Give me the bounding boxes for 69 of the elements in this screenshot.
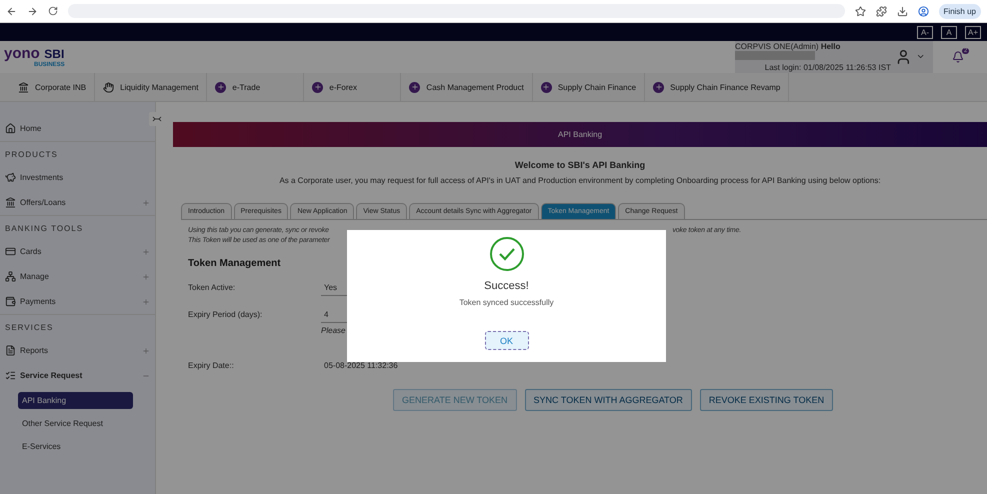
hand-icon xyxy=(103,82,114,92)
greeting: Hello xyxy=(820,42,840,51)
bank-icon xyxy=(18,82,29,92)
bank-icon xyxy=(5,197,16,208)
logo-text: yono xyxy=(4,45,40,62)
ok-button[interactable]: OK xyxy=(484,331,528,350)
sidebar-item[interactable]: Home xyxy=(0,116,155,141)
menu-item[interactable]: e-Forex xyxy=(304,73,402,101)
sidebar-item[interactable]: Investments xyxy=(0,165,155,190)
menu-item[interactable]: e-Trade xyxy=(207,73,304,101)
field-label: Expiry Date:: xyxy=(188,361,235,372)
plus-icon xyxy=(215,82,226,92)
check-icon xyxy=(488,236,524,272)
plus-icon xyxy=(312,82,324,92)
wallet-icon xyxy=(5,296,16,307)
plus-icon xyxy=(653,82,664,92)
field-value: 05-08-2025 11:32:36 xyxy=(323,361,399,372)
section-heading: SERVICES xyxy=(0,314,155,338)
extensions-icon[interactable] xyxy=(876,6,887,16)
sidebar-subitem[interactable]: Other Service Request xyxy=(18,415,133,432)
menu-item[interactable]: Cash Management Product xyxy=(401,73,533,101)
star-icon[interactable] xyxy=(854,6,866,16)
plus-icon xyxy=(540,82,552,92)
download-icon[interactable] xyxy=(896,6,908,16)
piggy-bank-icon xyxy=(5,172,16,183)
action-button[interactable]: SYNC TOKEN WITH AGGREGATOR xyxy=(524,389,692,411)
font-size-button[interactable]: A+ xyxy=(965,26,981,38)
field-label: Expiry Period (days): xyxy=(188,310,264,321)
menu-item[interactable]: Supply Chain Finance Revamp xyxy=(645,73,790,101)
card-icon xyxy=(5,246,16,257)
sidebar-item[interactable]: Offers/Loans xyxy=(0,190,155,215)
reload-icon[interactable] xyxy=(48,6,58,16)
home-icon xyxy=(5,123,16,134)
last-login: Last login: 01/08/2025 11:26:53 IST xyxy=(764,63,891,72)
document-icon xyxy=(5,345,16,356)
sidebar-item[interactable]: Payments xyxy=(0,289,155,314)
dialog-title: Success! xyxy=(484,280,529,292)
notification-icon[interactable] xyxy=(952,51,964,63)
section-title: Token Management xyxy=(188,258,282,269)
user-name: CORPVIS ONE(Admin) xyxy=(735,42,819,51)
action-button[interactable]: REVOKE EXISTING TOKEN xyxy=(700,389,834,411)
sidebar-item[interactable]: Service Request xyxy=(0,363,155,388)
collapse-icon xyxy=(152,116,162,122)
page-banner: API Banking xyxy=(173,122,987,147)
font-size-button[interactable]: A- xyxy=(917,26,933,38)
sidebar-subitem[interactable]: API Banking xyxy=(18,392,133,409)
field-label: Token Active: xyxy=(188,283,236,294)
logo-text: SBI xyxy=(44,47,64,61)
welcome-title: Welcome to SBI's API Banking xyxy=(514,160,646,170)
menu-item[interactable]: Supply Chain Finance xyxy=(532,73,646,101)
dialog-message: Token synced successfully xyxy=(459,298,554,307)
section-heading: PRODUCTS xyxy=(0,141,155,165)
menu-item[interactable]: Liquidity Management xyxy=(95,73,208,101)
menu-item[interactable]: Corporate INB xyxy=(10,73,96,101)
forward-icon[interactable] xyxy=(27,6,38,16)
sidebar-item[interactable]: Reports xyxy=(0,338,155,363)
welcome-text: As a Corporate user, you may request for full access of API's in UAT and Production environment by completing Onboarding process for API Banking using below options: xyxy=(278,176,882,185)
checklist-icon xyxy=(5,370,16,381)
font-size-button[interactable]: A xyxy=(941,26,957,38)
section-heading: BANKING TOOLS xyxy=(0,215,155,239)
network-icon xyxy=(5,271,16,282)
sidebar-item[interactable]: Manage xyxy=(0,264,155,289)
profile-icon[interactable] xyxy=(918,6,929,16)
finish-button[interactable]: Finish up xyxy=(938,4,981,18)
sidebar-item[interactable]: Cards xyxy=(0,239,155,264)
sidebar-subitem[interactable]: E-Services xyxy=(18,438,133,455)
back-icon[interactable] xyxy=(6,6,17,16)
field-hint: Please xyxy=(321,326,346,335)
plus-icon xyxy=(409,82,420,92)
